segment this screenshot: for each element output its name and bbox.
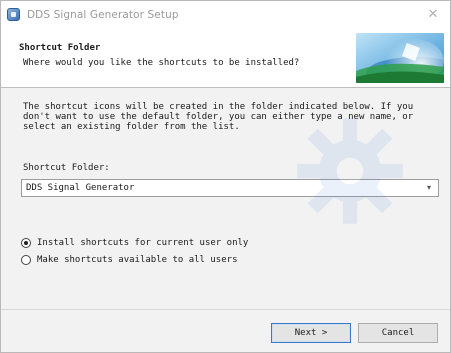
description-line: The shortcut icons will be created in th… [23, 102, 414, 112]
description-line: don't want to use the default folder, yo… [23, 112, 414, 122]
shortcut-folder-label: Shortcut Folder: [23, 163, 110, 173]
setup-window: DDS Signal Generator Setup ✕ Shortcut Fo… [0, 0, 451, 353]
wizard-header: Shortcut Folder Where would you like the… [1, 29, 450, 88]
button-bar: Next > Cancel [1, 309, 450, 352]
shortcut-folder-value[interactable]: DDS Signal Generator [26, 183, 134, 193]
page-subtitle: Where would you like the shortcuts to be… [23, 58, 300, 68]
setup-banner-graphic [356, 33, 444, 83]
description-line: select an existing folder from the list. [23, 122, 240, 132]
radio-label[interactable]: Make shortcuts available to all users [37, 255, 237, 265]
window-title: DDS Signal Generator Setup [27, 9, 179, 21]
cancel-button[interactable]: Cancel [358, 323, 438, 343]
installer-icon [7, 8, 20, 21]
shortcut-folder-combobox[interactable]: DDS Signal Generator ▾ [21, 179, 439, 197]
chevron-down-icon[interactable]: ▾ [423, 181, 435, 195]
wizard-content: The shortcut icons will be created in th… [1, 88, 450, 308]
description-text: The shortcut icons will be created in th… [23, 102, 418, 132]
title-bar: DDS Signal Generator Setup ✕ [1, 1, 450, 29]
radio-button-selected[interactable] [21, 238, 31, 248]
radio-button[interactable] [21, 255, 31, 265]
page-title: Shortcut Folder [19, 43, 101, 53]
radio-label[interactable]: Install shortcuts for current user only [37, 238, 248, 248]
next-button[interactable]: Next > [271, 323, 351, 343]
close-icon[interactable]: ✕ [424, 6, 442, 24]
